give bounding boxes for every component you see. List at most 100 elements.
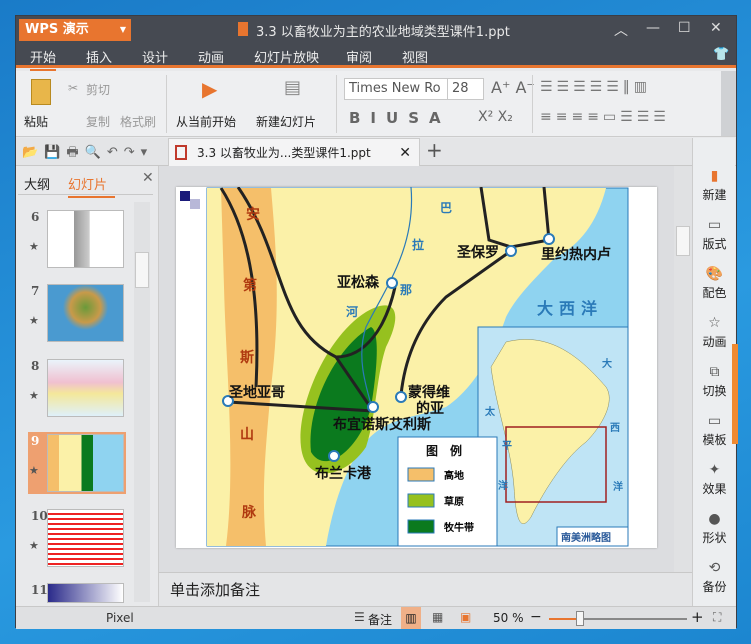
- legend-title: 图 例: [426, 443, 462, 458]
- label-andes-2: 第: [243, 277, 257, 294]
- slide-thumbnail-7[interactable]: [47, 284, 124, 342]
- cut-button[interactable]: 剪切: [86, 81, 110, 98]
- sidebar-template[interactable]: ▭ 模板: [693, 413, 736, 448]
- play-icon: ▶: [202, 77, 218, 101]
- sidebar-effect[interactable]: ✦ 效果: [693, 462, 736, 497]
- label-asuncion: 亚松森: [337, 274, 380, 291]
- label-atlantic: 大西洋: [537, 299, 603, 318]
- quick-access-icons[interactable]: 📂💾🖶🔍↶↷▾: [22, 143, 153, 165]
- zoom-level: 50 %: [493, 611, 524, 625]
- slide[interactable]: 安第斯山脉 巴拉那河 亚松森 圣保罗 里约热内卢 圣地亚哥 布宜诺斯艾利斯 蒙得维 的亚 布兰…: [176, 186, 657, 548]
- label-river-2: 拉: [412, 237, 424, 252]
- slide-number-active: 9: [31, 434, 40, 448]
- ppt-icon: [175, 145, 187, 160]
- tab-home[interactable]: 开始: [30, 47, 57, 72]
- slide-thumbnail-6[interactable]: [47, 210, 124, 268]
- collapse-ribbon-button[interactable]: ︿: [614, 20, 628, 40]
- scissors-icon[interactable]: ✂: [68, 81, 78, 95]
- slide-thumbnail-9[interactable]: [47, 434, 124, 492]
- sidebar-layout[interactable]: ▭ 版式: [693, 217, 736, 252]
- close-panel-icon[interactable]: ✕: [142, 170, 154, 186]
- minimize-button[interactable]: —: [646, 20, 660, 36]
- superscript-icon[interactable]: X² X₂: [478, 109, 513, 125]
- new-slide-button[interactable]: 新建幻灯片: [256, 113, 316, 130]
- svg-text:草原: 草原: [444, 495, 464, 508]
- label-andes-1: 安: [246, 206, 260, 223]
- svg-text:洋: 洋: [498, 479, 508, 492]
- sidebar-shape[interactable]: ● 形状: [693, 511, 736, 546]
- ppt-file-icon: [238, 22, 248, 36]
- notes-area[interactable]: 单击添加备注: [159, 572, 692, 606]
- slide-thumbnail-10[interactable]: [47, 509, 124, 567]
- slide-thumbnail-11[interactable]: [47, 583, 124, 603]
- wps-window: WPS 演示 ▼ 3.3 以畜牧业为主的农业地域类型课件1.ppt ︿ — ☐ ✕…: [15, 15, 738, 629]
- sidebar-animation[interactable]: ☆ 动画: [693, 315, 736, 350]
- label-buenos-aires: 布宜诺斯艾利斯: [333, 416, 431, 433]
- panel-scrollbar[interactable]: [134, 202, 150, 602]
- font-size-select[interactable]: 28: [447, 78, 484, 100]
- sidebar-expand-handle[interactable]: [732, 344, 738, 444]
- svg-text:太: 太: [484, 405, 496, 418]
- sorter-view-button[interactable]: ▦: [432, 610, 443, 624]
- slideshow-button[interactable]: ▣: [460, 610, 471, 624]
- document-tab[interactable]: 3.3 以畜牧业为...类型课件1.ppt ✕: [168, 138, 420, 167]
- font-select[interactable]: Times New Ro: [344, 78, 448, 100]
- sidebar-transition[interactable]: ⧉ 切换: [693, 364, 736, 399]
- zoom-slider-thumb[interactable]: [576, 611, 584, 626]
- from-current-button[interactable]: 从当前开始: [176, 113, 236, 130]
- menu-bar: 开始 插入 设计 动画 幻灯片放映 审阅 视图 👕: [16, 43, 736, 72]
- slide-thumbnail-8[interactable]: [47, 359, 124, 417]
- sidebar-backup[interactable]: ⟲ 备份: [693, 560, 736, 595]
- sidebar-color[interactable]: 🎨 配色: [693, 266, 736, 301]
- title-bar: WPS 演示 ▼ 3.3 以畜牧业为主的农业地域类型课件1.ppt ︿ — ☐ ✕: [16, 16, 736, 43]
- new-tab-button[interactable]: +: [426, 138, 443, 162]
- zoom-in-button[interactable]: +: [691, 608, 704, 626]
- label-montevideo-2: 的亚: [416, 400, 444, 417]
- list-icons[interactable]: ☰☰☰☰☰‖▥: [540, 79, 651, 95]
- notes-toggle-icon[interactable]: ☰: [354, 610, 365, 624]
- status-bar: Pixel ☰ 备注 ▥ ▦ ▣ 50 % − + ⛶: [16, 606, 736, 629]
- slide-number: 7: [31, 284, 40, 298]
- map-svg: 安第斯山脉 巴拉那河 亚松森 圣保罗 里约热内卢圣地亚哥布宜诺斯艾利斯 蒙得维的亚布兰…: [180, 186, 629, 547]
- paste-icon[interactable]: [31, 79, 51, 105]
- align-icons[interactable]: ≡≡≡≡▭☰☰☰: [540, 109, 670, 125]
- outline-tab[interactable]: 大纲: [24, 174, 50, 193]
- scroll-thumb[interactable]: [135, 252, 149, 288]
- zoom-out-button[interactable]: −: [530, 609, 542, 625]
- label-river-1: 巴: [440, 201, 452, 215]
- sidebar-new[interactable]: ▮ 新建: [693, 168, 736, 203]
- label-river-4: 河: [345, 304, 358, 319]
- svg-text:洋: 洋: [613, 480, 623, 493]
- tab-animation[interactable]: 动画: [198, 47, 224, 66]
- tab-view[interactable]: 视图: [402, 47, 428, 66]
- close-tab-icon[interactable]: ✕: [399, 139, 411, 167]
- tab-insert[interactable]: 插入: [86, 47, 112, 66]
- label-andes-3: 斯: [240, 349, 254, 366]
- grow-font-icon[interactable]: A⁺ A⁻: [491, 78, 535, 97]
- notes-toggle[interactable]: 备注: [368, 611, 392, 628]
- copy-button[interactable]: 复制: [86, 113, 110, 130]
- tab-slideshow[interactable]: 幻灯片放映: [254, 47, 319, 66]
- app-menu-button[interactable]: WPS 演示 ▼: [19, 19, 131, 41]
- inset-title: 南美洲略图: [561, 531, 611, 544]
- fit-window-icon[interactable]: ⛶: [713, 610, 721, 625]
- close-button[interactable]: ✕: [710, 20, 722, 36]
- tab-design[interactable]: 设计: [142, 47, 168, 66]
- format-painter-button[interactable]: 格式刷: [120, 113, 156, 130]
- ribbon: 粘贴 ✂ 剪切 复制 格式刷 ▶ 从当前开始 ▤ 新建幻灯片 Times New…: [16, 71, 736, 137]
- svg-text:高地: 高地: [444, 469, 464, 482]
- label-sao-paulo: 圣保罗: [456, 244, 499, 261]
- label-andes-5: 脉: [241, 504, 257, 521]
- ribbon-scroll-button[interactable]: [721, 71, 736, 136]
- tab-review[interactable]: 审阅: [346, 47, 372, 66]
- zoom-slider[interactable]: [549, 611, 687, 626]
- normal-view-button[interactable]: ▥: [401, 607, 421, 629]
- paste-button[interactable]: 粘贴: [24, 113, 48, 130]
- dropdown-icon: ▼: [119, 25, 126, 34]
- label-andes-4: 山: [240, 427, 254, 443]
- skin-icon[interactable]: 👕: [713, 47, 729, 62]
- format-icons[interactable]: BIUSA: [349, 109, 451, 127]
- maximize-button[interactable]: ☐: [678, 20, 691, 36]
- slide-canvas: 安第斯山脉 巴拉那河 亚松森 圣保罗 里约热内卢 圣地亚哥 布宜诺斯艾利斯 蒙得维 的亚 布兰…: [159, 166, 692, 572]
- canvas-scrollbar[interactable]: [674, 166, 692, 572]
